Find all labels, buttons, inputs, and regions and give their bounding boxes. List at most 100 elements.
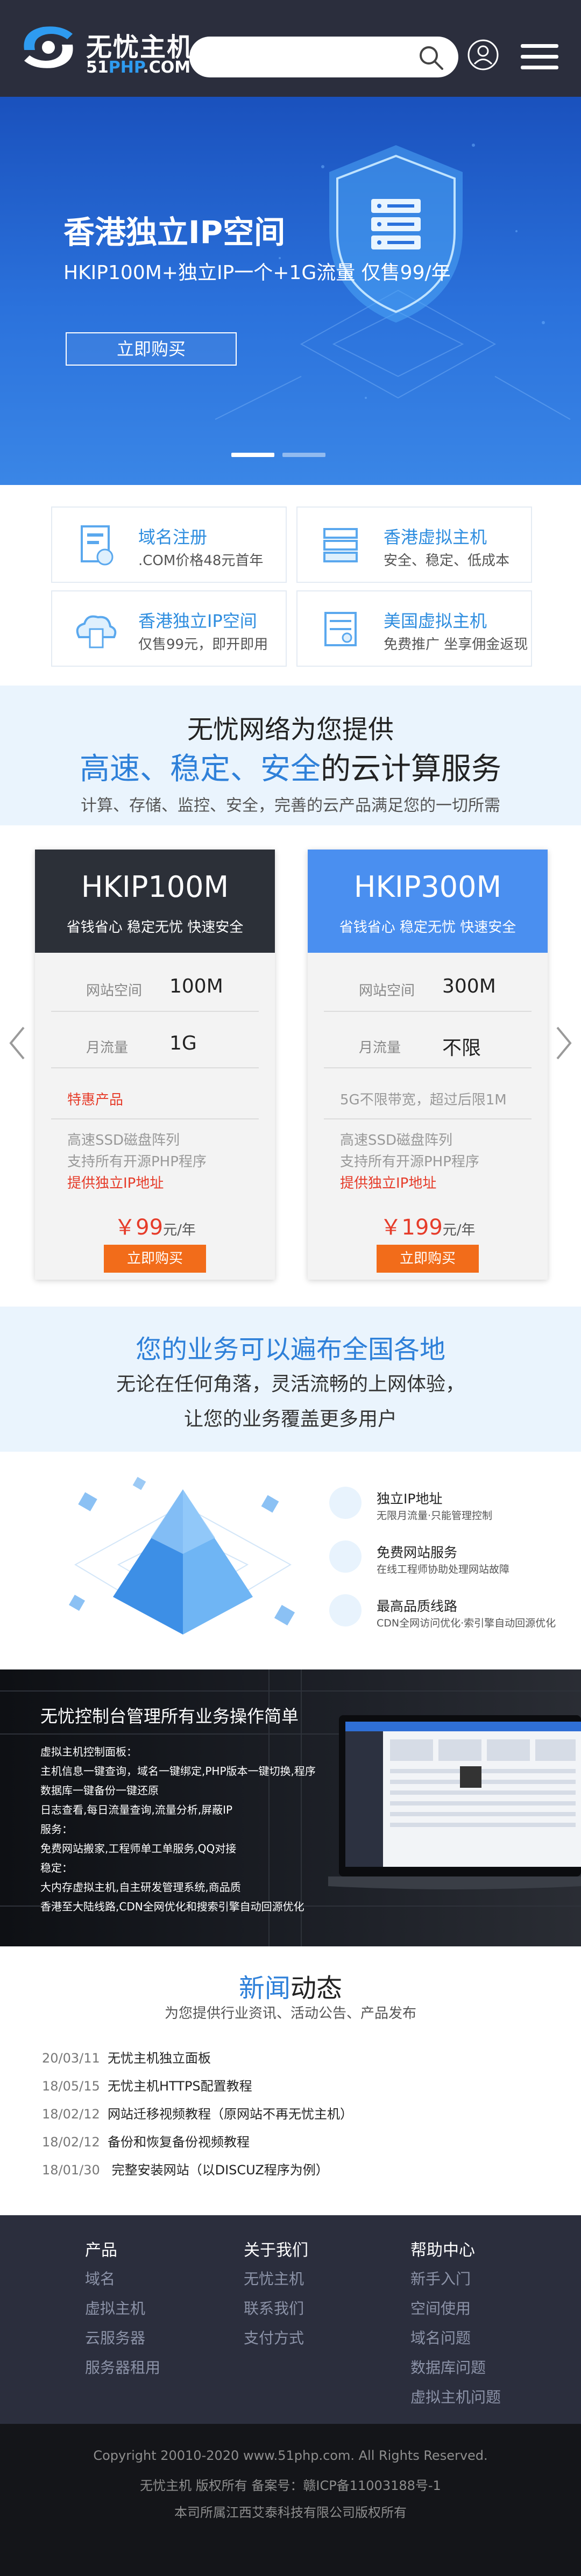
footer-link[interactable]: 虚拟主机问题 xyxy=(410,2386,501,2407)
network-line-icon xyxy=(329,1594,362,1626)
plan-feature: 高速SSD磁盘阵列 xyxy=(340,1132,453,1148)
plan-header: HKIP300M 省钱省心 稳定无忧 快速安全 xyxy=(308,850,548,953)
icp-line: 无忧主机 版权所有 备案号：赣ICP备11003188号-1 xyxy=(140,2478,441,2493)
news-section: 新闻动态 为您提供行业资讯、活动公告、产品发布 20/03/11 无忧主机独立面板… xyxy=(0,1946,581,2215)
search-box xyxy=(189,37,458,77)
nationwide-line: 无论在任何角落，灵活流畅的上网体验， xyxy=(116,1373,465,1395)
plan-name: HKIP100M xyxy=(81,870,229,904)
chevron-right-icon[interactable] xyxy=(553,1024,575,1062)
traffic-value: 1G xyxy=(169,1032,197,1054)
domain-icon xyxy=(81,525,114,566)
news-title: 新闻动态 xyxy=(238,1973,343,2003)
footer-link[interactable]: 服务器租用 xyxy=(85,2356,160,2378)
console-line: 大内存虚拟主机,自主研发管理系统,商品质 xyxy=(40,1881,241,1894)
logo-domain: 51PHP.COM xyxy=(86,58,191,77)
traffic-value: 不限 xyxy=(442,1037,481,1059)
plan-buy-button[interactable]: 立即购买 xyxy=(104,1245,206,1273)
company-line: 本司所属江西艾泰科技有限公司版权所有 xyxy=(174,2505,407,2520)
service-desc: .COM价格48元首年 xyxy=(138,553,264,569)
plan-price: ￥199元/年 xyxy=(380,1215,476,1240)
space-value: 100M xyxy=(169,975,223,997)
footer-links: 产品 域名 虚拟主机 云服务器 服务器租用 关于我们 无忧主机 联系我们 支付方… xyxy=(0,2215,581,2424)
console-line: 主机信息一键查询，域名一键绑定,PHP版本一键切换,程序 xyxy=(40,1765,316,1778)
logo-icon[interactable] xyxy=(19,20,78,74)
footer-link[interactable]: 虚拟主机 xyxy=(85,2297,145,2318)
plan-feature: 提供独立IP地址 xyxy=(340,1175,437,1191)
feature-title: 独立IP地址 xyxy=(377,1491,443,1507)
console-line: 服务： xyxy=(40,1823,73,1836)
plan-card-hkip100m: HKIP100M 省钱省心 稳定无忧 快速安全 网站空间 100M 月流量 1G… xyxy=(35,850,275,1280)
plan-feature: 高速SSD磁盘阵列 xyxy=(67,1132,180,1148)
footer-link[interactable]: 空间使用 xyxy=(410,2297,471,2318)
space-label: 网站空间 xyxy=(359,983,415,999)
plan-extra: 5G不限带宽，超过后限1M xyxy=(340,1092,507,1108)
site-header: 无忧主机 51PHP.COM xyxy=(0,0,581,97)
cloud-heading: 无忧网络为您提供 xyxy=(187,715,394,745)
space-value: 300M xyxy=(442,975,496,997)
news-subtitle: 为您提供行业资讯、活动公告、产品发布 xyxy=(164,2006,416,2022)
service-domain[interactable]: 域名注册 .COM价格48元首年 xyxy=(51,506,287,583)
divider xyxy=(51,1011,259,1012)
plan-buy-button[interactable]: 立即购买 xyxy=(377,1245,479,1273)
ip-address-icon xyxy=(329,1487,362,1519)
copyright-bar: Copyright 20010-2020 www.51php.com. All … xyxy=(0,2424,581,2576)
user-icon[interactable] xyxy=(467,39,499,71)
service-ip-space[interactable]: 香港独立IP空间 仅售99元，即开即用 xyxy=(51,590,287,667)
nationwide-line: 让您的业务覆盖更多用户 xyxy=(183,1408,397,1430)
news-item[interactable]: 20/03/11 无忧主机独立面板 xyxy=(42,2047,211,2066)
pricing-section: HKIP100M 省钱省心 稳定无忧 快速安全 网站空间 100M 月流量 1G… xyxy=(0,825,581,1307)
service-desc: 仅售99元，即开即用 xyxy=(138,637,268,653)
divider xyxy=(324,1118,532,1119)
traffic-label: 月流量 xyxy=(359,1040,401,1056)
plan-header: HKIP100M 省钱省心 稳定无忧 快速安全 xyxy=(35,850,275,953)
news-item[interactable]: 18/05/15 无忧主机HTTPS配置教程 xyxy=(42,2075,252,2094)
plan-feature: 支持所有开源PHP程序 xyxy=(67,1154,207,1170)
hero-buy-button[interactable]: 立即购买 xyxy=(66,332,237,366)
news-item[interactable]: 18/02/12 备份和恢复备份视频教程 xyxy=(42,2131,250,2150)
feature-title: 免费网站服务 xyxy=(377,1545,458,1560)
search-input[interactable] xyxy=(206,44,410,70)
plan-extra: 特惠产品 xyxy=(67,1092,124,1108)
cloud-intro: 无忧网络为您提供 高速、稳定、安全的云计算服务 计算、存储、监控、安全，完善的云… xyxy=(0,686,581,825)
service-title: 香港虚拟主机 xyxy=(384,527,487,547)
ip-space-icon xyxy=(76,615,117,648)
plan-price: ￥99元/年 xyxy=(114,1215,196,1240)
console-line: 虚拟主机控制面板： xyxy=(40,1745,137,1758)
footer-link[interactable]: 云服务器 xyxy=(85,2327,145,2348)
footer-link[interactable]: 新手入门 xyxy=(410,2267,471,2289)
footer-link[interactable]: 域名问题 xyxy=(410,2327,471,2348)
footer-link[interactable]: 数据库问题 xyxy=(410,2356,486,2378)
news-item[interactable]: 18/01/30 完整安装网站（以DISCUZ程序为例） xyxy=(42,2159,329,2178)
divider xyxy=(324,1067,532,1068)
plan-feature: 提供独立IP地址 xyxy=(67,1175,164,1191)
cloud-slogan: 高速、稳定、安全的云计算服务 xyxy=(80,752,501,787)
features-section: 独立IP地址 无限月流量·只能管理控制 免费网站服务 在线工程师协助处理网站故障… xyxy=(0,1452,581,1669)
carousel-dot[interactable] xyxy=(282,453,325,457)
website-service-icon xyxy=(329,1540,362,1573)
footer-link[interactable]: 无忧主机 xyxy=(244,2267,304,2289)
news-item[interactable]: 18/02/12 网站迁移视频教程（原网站不再无忧主机） xyxy=(42,2103,353,2122)
chevron-left-icon[interactable] xyxy=(6,1024,28,1062)
plan-tagline: 省钱省心 稳定无忧 快速安全 xyxy=(66,919,244,936)
hk-host-icon xyxy=(323,528,358,562)
footer-heading: 关于我们 xyxy=(244,2241,308,2260)
hero-subtitle: HKIP100M+独立IP一个+1G流量 仅售99/年 xyxy=(63,262,451,284)
carousel-dot-active[interactable] xyxy=(231,453,274,457)
menu-icon[interactable] xyxy=(521,44,558,70)
footer-link[interactable]: 支付方式 xyxy=(244,2327,304,2348)
service-title: 香港独立IP空间 xyxy=(138,611,257,631)
service-hk-host[interactable]: 香港虚拟主机 安全、稳定、低成本 xyxy=(296,506,532,583)
hero-banner[interactable]: 香港独立IP空间 HKIP100M+独立IP一个+1G流量 仅售99/年 立即购… xyxy=(0,97,581,485)
service-title: 美国虚拟主机 xyxy=(384,611,487,631)
service-us-host[interactable]: 美国虚拟主机 免费推广 坐享佣金返现 xyxy=(296,590,532,667)
footer-link[interactable]: 联系我们 xyxy=(244,2297,304,2318)
footer-link[interactable]: 域名 xyxy=(85,2267,115,2289)
traffic-label: 月流量 xyxy=(86,1040,129,1056)
service-links: 域名注册 .COM价格48元首年 香港虚拟主机 安全、稳定、低成本 香港独立IP… xyxy=(0,485,581,686)
divider xyxy=(324,1011,532,1012)
search-icon[interactable] xyxy=(417,44,444,71)
cloud-description: 计算、存储、监控、安全，完善的云产品满足您的一切所需 xyxy=(81,796,500,815)
service-desc: 安全、稳定、低成本 xyxy=(384,553,510,569)
plan-card-hkip300m: HKIP300M 省钱省心 稳定无忧 快速安全 网站空间 300M 月流量 不限… xyxy=(308,850,548,1280)
console-line: 稳定： xyxy=(40,1861,73,1874)
